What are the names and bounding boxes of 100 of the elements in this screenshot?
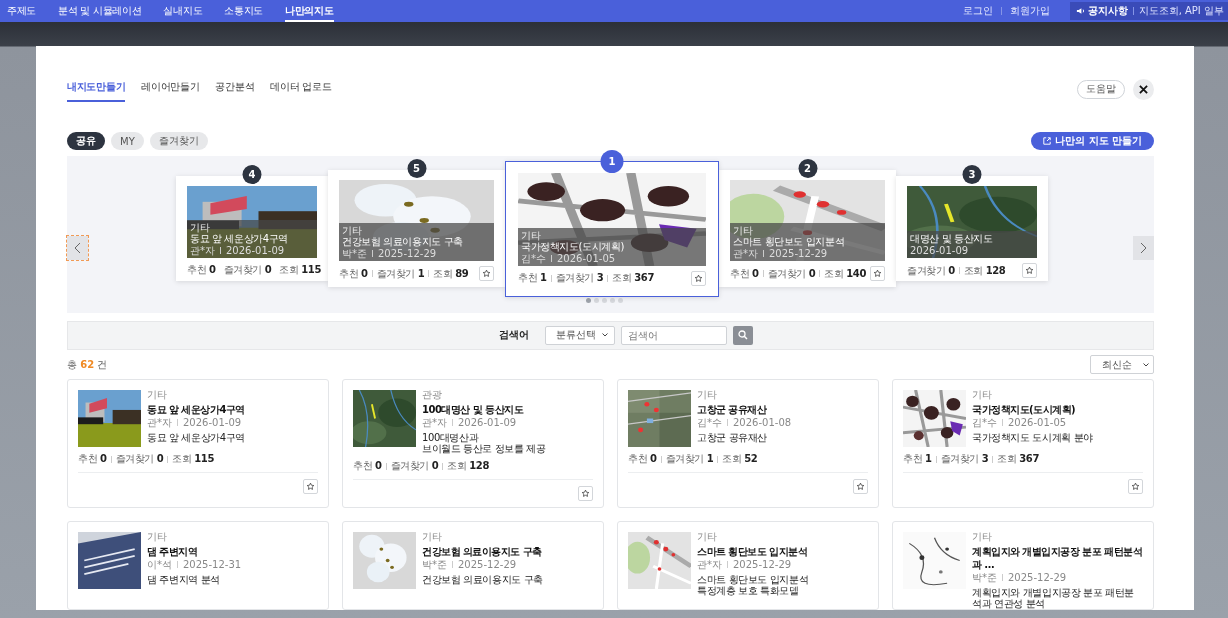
stat-text: 즐겨찾기 3 — [940, 452, 989, 466]
card-title: 건강보험 의료이용지도 구축 — [422, 545, 543, 558]
card-author: 박*준 — [342, 248, 367, 260]
card-date: 2026-01-09 — [226, 245, 285, 257]
stat-text: 조회 52 — [722, 452, 758, 466]
create-map-button[interactable]: 나만의 지도 만들기 — [1031, 132, 1154, 150]
stat-text: 추천 0 — [628, 452, 657, 466]
pager-dot[interactable] — [618, 297, 623, 303]
card-author: 김*수 — [697, 416, 722, 429]
card-description: 건강보험 의료이용지도 구축 — [422, 574, 544, 585]
favorite-button[interactable] — [870, 266, 885, 282]
notice-link[interactable]: 공지사항 — [1075, 4, 1128, 18]
help-button[interactable]: 도움말 — [1077, 79, 1125, 99]
card-title: 스마트 횡단보도 입지분석 — [697, 545, 809, 558]
card-date: 2025-12-29 — [769, 248, 828, 260]
card-category: 기타 — [422, 531, 443, 543]
card-date: 2025-12-29 — [378, 248, 437, 260]
pager-dot[interactable] — [594, 297, 599, 303]
card-date: 2026-01-05 — [1008, 416, 1067, 429]
card-author: 박*준 — [972, 571, 997, 584]
card-category: 기타 — [972, 531, 993, 543]
map-card[interactable]: 기타 동묘 앞 세운상가4구역 관*자 2026-01-09 동묘 앞 세운상가4구역 추천 0 즐겨찾기 0 조회 115 — [67, 379, 329, 508]
category-select[interactable]: 분류선택 — [544, 325, 615, 345]
pager-dot[interactable] — [602, 297, 607, 303]
card-title: 대명산 및 등산지도 — [910, 233, 994, 246]
nav-item[interactable]: 분석 및 시뮬레이션 — [58, 0, 142, 22]
stat-text: 추천 0 — [339, 266, 368, 281]
card-title: 국가정책지도(도시계획) — [972, 403, 1077, 416]
card-author: 관*자 — [697, 558, 722, 571]
map-card[interactable]: 관광 100대명산 및 등산지도 관*자 2026-01-09 100대명산과 브이월드 등산로 정보를 제공 추천 0 즐겨찾기 0 조회 128 — [342, 379, 604, 508]
card-title: 동묘 앞 세운상가4구역 — [147, 403, 246, 416]
speaker-icon — [1075, 7, 1085, 15]
nav-item[interactable]: 주제도 — [7, 0, 37, 22]
card-category: 기타 — [190, 222, 211, 234]
card-date: 2025-12-29 — [458, 558, 517, 571]
stat-text: 조회 140 — [824, 266, 866, 281]
card-category: 기타 — [697, 389, 718, 401]
favorite-button[interactable] — [303, 479, 318, 494]
caret-icon — [1143, 362, 1149, 367]
favorite-button[interactable] — [853, 479, 868, 494]
search-button[interactable] — [732, 325, 753, 345]
card-author: 관*자 — [422, 416, 447, 429]
stat-text: 조회 89 — [433, 266, 469, 281]
stat-text: 즐겨찾기 0 — [223, 263, 272, 278]
rank-badge: 1 — [600, 149, 624, 173]
search-field[interactable]: 검색어 — [620, 325, 727, 345]
filter-chip[interactable]: 즐겨찾기 — [149, 132, 208, 150]
stat-text: 조회 115 — [172, 452, 214, 466]
card-title: 댐 주변지역 — [147, 545, 199, 558]
chevron-left-icon — [74, 242, 81, 254]
card-category: 기타 — [972, 389, 993, 401]
card-author: 관*자 — [147, 416, 172, 429]
nav-item[interactable]: 실내지도 — [163, 0, 203, 22]
stat-text: 조회 115 — [279, 263, 321, 278]
nav-item[interactable]: 소통지도 — [224, 0, 264, 22]
favorite-button[interactable] — [691, 270, 706, 286]
favorite-button[interactable] — [1128, 479, 1143, 494]
filter-chip[interactable]: 공유 — [67, 132, 105, 150]
card-category: 기타 — [733, 225, 754, 237]
stat-text: 조회 367 — [997, 452, 1039, 466]
sort-select[interactable]: 최신순 — [1090, 355, 1154, 374]
card-description: 계획입지와 개별입지공장 분포 패턴분석과 연관성 분석 — [972, 587, 1135, 609]
nav-link[interactable]: 로그인 — [962, 4, 993, 18]
tab[interactable]: 데이터 업로드 — [270, 76, 332, 102]
star-icon — [306, 482, 315, 491]
favorite-button[interactable] — [578, 486, 593, 501]
card-description: 댐 주변지역 분석 — [147, 574, 221, 585]
map-card[interactable]: 기타 계획입지와 개별입지공장 분포 패턴분석과 … 박*준 2025-12-29 계획입지와 개별입지공장 분포 패턴분석과 연관성 분석 — [892, 521, 1154, 610]
tab[interactable]: 레이어만들기 — [141, 76, 200, 102]
stat-text: 즐겨찾기 0 — [907, 263, 955, 278]
map-card[interactable]: 기타 고창군 공유재산 김*수 2026-01-08 고창군 공유재산 추천 0 즐겨찾기 1 조회 52 — [617, 379, 879, 508]
nav-link[interactable]: 회원가입 — [1009, 4, 1050, 18]
pager-dot[interactable] — [586, 297, 591, 303]
map-card[interactable]: 기타 스마트 횡단보도 입지분석 관*자 2025-12-29 스마트 횡단보도 입지분석 특정계층 보호 특화모델 — [617, 521, 879, 610]
favorite-button[interactable] — [1022, 263, 1037, 279]
card-title: 고창군 공유재산 — [697, 403, 768, 416]
star-icon — [856, 482, 865, 491]
favorite-button[interactable] — [479, 266, 494, 282]
star-icon — [1025, 266, 1034, 276]
close-icon — [1139, 84, 1148, 94]
card-date: 2025-12-29 — [733, 558, 792, 571]
tab[interactable]: 공간분석 — [215, 76, 255, 102]
star-icon — [873, 269, 882, 279]
tab[interactable]: 내지도만들기 — [67, 76, 126, 102]
card-author: 이*석 — [147, 558, 172, 571]
card-title: 스마트 횡단보도 입지분석 — [733, 236, 846, 249]
stat-text: 조회 367 — [612, 271, 654, 286]
card-date: 2026-01-05 — [557, 252, 616, 264]
card-category: 기타 — [342, 225, 363, 237]
nav-item[interactable]: 나만의지도 — [285, 0, 334, 22]
map-card[interactable]: 기타 건강보험 의료이용지도 구축 박*준 2025-12-29 건강보험 의료이용지도 구축 — [342, 521, 604, 610]
map-card[interactable]: 기타 댐 주변지역 이*석 2025-12-31 댐 주변지역 분석 — [67, 521, 329, 610]
chevron-right-icon — [1140, 242, 1147, 254]
card-description: 스마트 횡단보도 입지분석 특정계층 보호 특화모델 — [697, 574, 810, 596]
map-card[interactable]: 기타 국가정책지도(도시계획) 김*수 2026-01-05 국가정책지도 도시계획 분야 추천 1 즐겨찾기 3 조회 367 — [892, 379, 1154, 508]
pager-dot[interactable] — [610, 297, 615, 303]
close-button[interactable] — [1133, 78, 1154, 100]
filter-chip[interactable]: MY — [111, 132, 144, 150]
stat-text: 즐겨찾기 1 — [376, 266, 425, 281]
stat-text: 즐겨찾기 3 — [555, 271, 604, 286]
